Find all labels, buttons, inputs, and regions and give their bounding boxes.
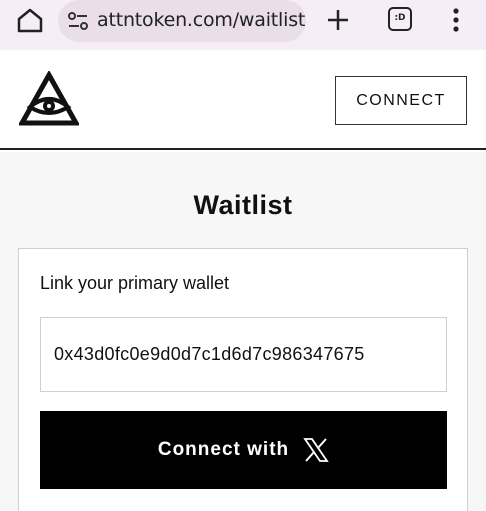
wallet-field-label: Link your primary wallet (40, 273, 230, 293)
plus-icon[interactable] (326, 8, 350, 32)
main-content: Waitlist Link your primary wallet Connec… (0, 152, 486, 511)
waitlist-card: Link your primary wallet Connect with (18, 248, 468, 511)
home-icon[interactable] (16, 7, 44, 33)
site-settings-icon[interactable] (67, 10, 89, 32)
site-header: CONNECT (0, 50, 486, 150)
connect-with-x-label: Connect with (157, 439, 290, 460)
address-bar[interactable]: attntoken.com/waitlist (58, 0, 306, 42)
url-text[interactable]: attntoken.com/waitlist (97, 8, 305, 32)
connect-wallet-button[interactable]: CONNECT (335, 76, 467, 125)
page-title: Waitlist (193, 190, 293, 220)
tab-switcher-button[interactable]: :D (388, 7, 412, 31)
connect-with-x-button[interactable]: Connect with (40, 411, 447, 489)
x-logo-icon (303, 437, 329, 463)
more-vert-icon[interactable] (448, 7, 464, 33)
browser-toolbar: attntoken.com/waitlist :D (0, 0, 486, 50)
eye-triangle-logo[interactable] (17, 69, 81, 127)
wallet-address-input[interactable] (40, 317, 447, 392)
